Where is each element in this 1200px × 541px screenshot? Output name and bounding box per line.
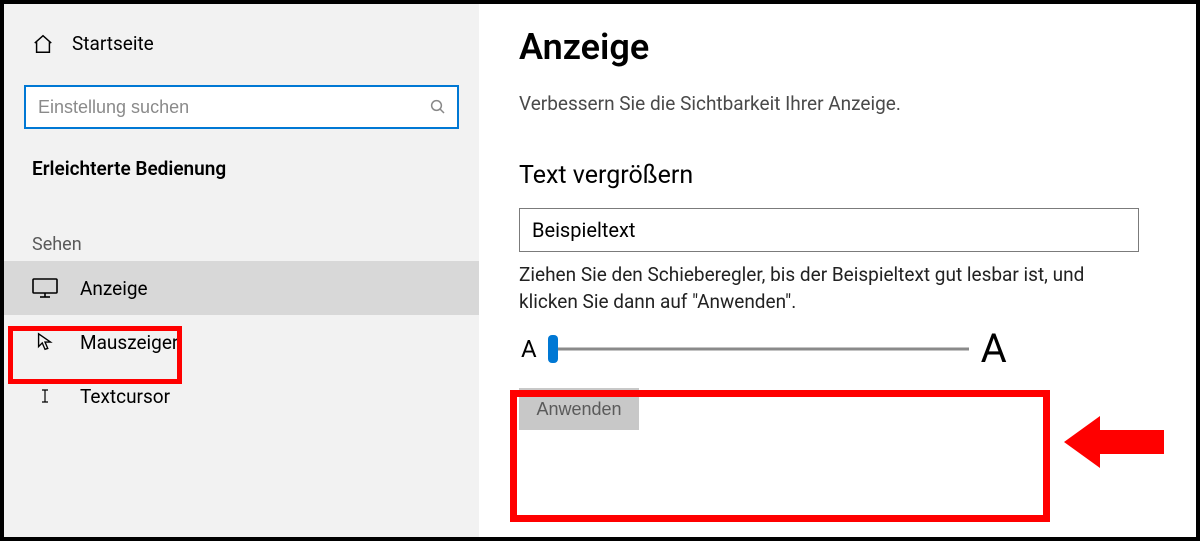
sidebar: Startseite Erleichterte Bedienung Sehen — [4, 4, 479, 537]
enlarge-text-heading: Text vergrößern — [519, 161, 1156, 190]
sidebar-section-sehen: Sehen — [4, 190, 479, 261]
slider-instruction: Ziehen Sie den Schieberegler, bis der Be… — [519, 262, 1139, 315]
sidebar-item-mauszeiger[interactable]: Mauszeiger — [4, 315, 479, 369]
sidebar-item-label: Textcursor — [80, 385, 170, 408]
page-subtitle: Verbessern Sie die Sichtbarkeit Ihrer An… — [519, 92, 1156, 115]
sidebar-item-label: Mauszeiger — [80, 331, 178, 354]
monitor-icon — [32, 277, 58, 299]
settings-window: Startseite Erleichterte Bedienung Sehen — [0, 0, 1200, 541]
sample-text: Beispieltext — [532, 218, 635, 242]
sidebar-item-textcursor[interactable]: Textcursor — [4, 369, 479, 423]
pointer-icon — [32, 331, 58, 353]
sample-text-box: Beispieltext — [519, 208, 1139, 252]
search-row — [24, 85, 459, 129]
slider-thumb[interactable] — [548, 335, 558, 363]
sidebar-item-label: Anzeige — [80, 277, 148, 300]
text-size-slider-row: A A — [519, 325, 1156, 372]
page-title: Anzeige — [519, 26, 1156, 68]
slider-min-label: A — [521, 335, 537, 363]
slider-track — [549, 347, 969, 350]
main-content: Anzeige Verbessern Sie die Sichtbarkeit … — [479, 4, 1196, 537]
search-input[interactable] — [24, 85, 459, 129]
text-size-slider[interactable] — [549, 339, 969, 359]
apply-button[interactable]: Anwenden — [519, 388, 639, 430]
home-icon — [32, 33, 54, 55]
text-cursor-icon — [32, 385, 58, 407]
home-label: Startseite — [72, 32, 154, 55]
home-button[interactable]: Startseite — [4, 22, 479, 65]
sidebar-item-anzeige[interactable]: Anzeige — [4, 261, 479, 315]
category-title: Erleichterte Bedienung — [4, 129, 479, 190]
slider-max-label: A — [981, 325, 1007, 372]
